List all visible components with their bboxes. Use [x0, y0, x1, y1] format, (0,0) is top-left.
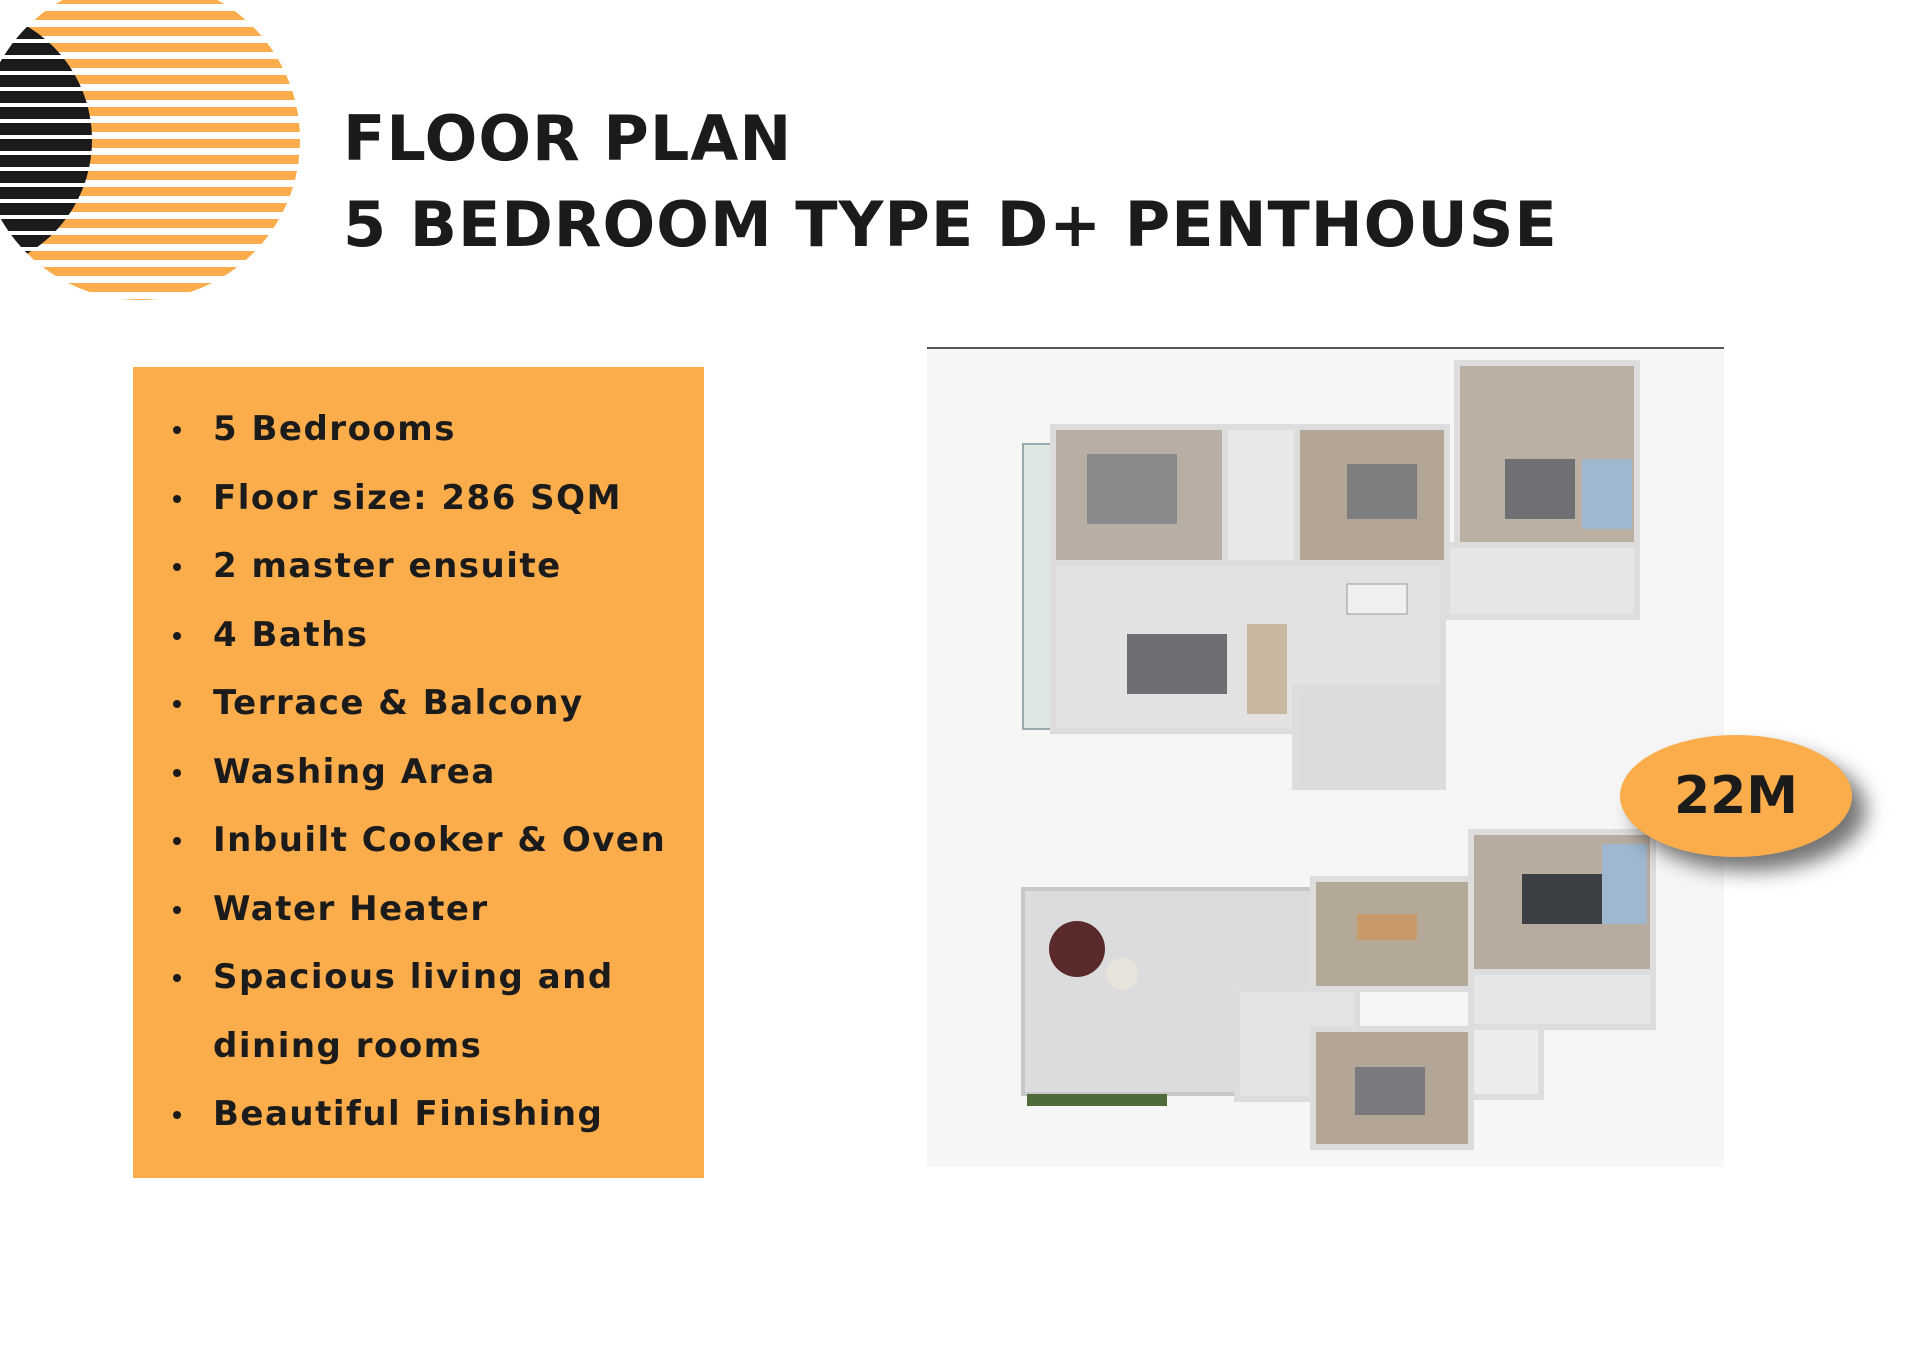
feature-item: Terrace & Balcony — [169, 669, 694, 738]
lower-floor-plan — [1021, 829, 1656, 1150]
feature-item: Beautiful Finishing — [169, 1080, 694, 1149]
feature-item: 4 Baths — [169, 601, 694, 670]
feature-item: Floor size: 286 SQM — [169, 464, 694, 533]
feature-item: Spacious living and dining rooms — [169, 943, 663, 1080]
feature-item: 2 master ensuite — [169, 532, 694, 601]
floor-plan-image — [927, 347, 1724, 1167]
floor-plan-drawing — [1021, 360, 1656, 1150]
features-list: 5 Bedrooms Floor size: 286 SQM 2 master … — [169, 395, 694, 1149]
title-line-2: 5 BEDROOM TYPE D+ PENTHOUSE — [343, 188, 1558, 261]
price-badge: 22M — [1620, 735, 1852, 857]
striped-sun-logo-icon — [0, 0, 305, 315]
upper-floor-plan — [1022, 360, 1640, 790]
feature-item: 5 Bedrooms — [169, 395, 694, 464]
feature-item: Washing Area — [169, 738, 694, 807]
feature-item: Inbuilt Cooker & Oven — [169, 806, 694, 875]
title-line-1: FLOOR PLAN — [343, 102, 793, 175]
page-title: FLOOR PLAN 5 BEDROOM TYPE D+ PENTHOUSE — [343, 96, 1558, 268]
features-panel: 5 Bedrooms Floor size: 286 SQM 2 master … — [133, 367, 704, 1178]
feature-item: Water Heater — [169, 875, 694, 944]
